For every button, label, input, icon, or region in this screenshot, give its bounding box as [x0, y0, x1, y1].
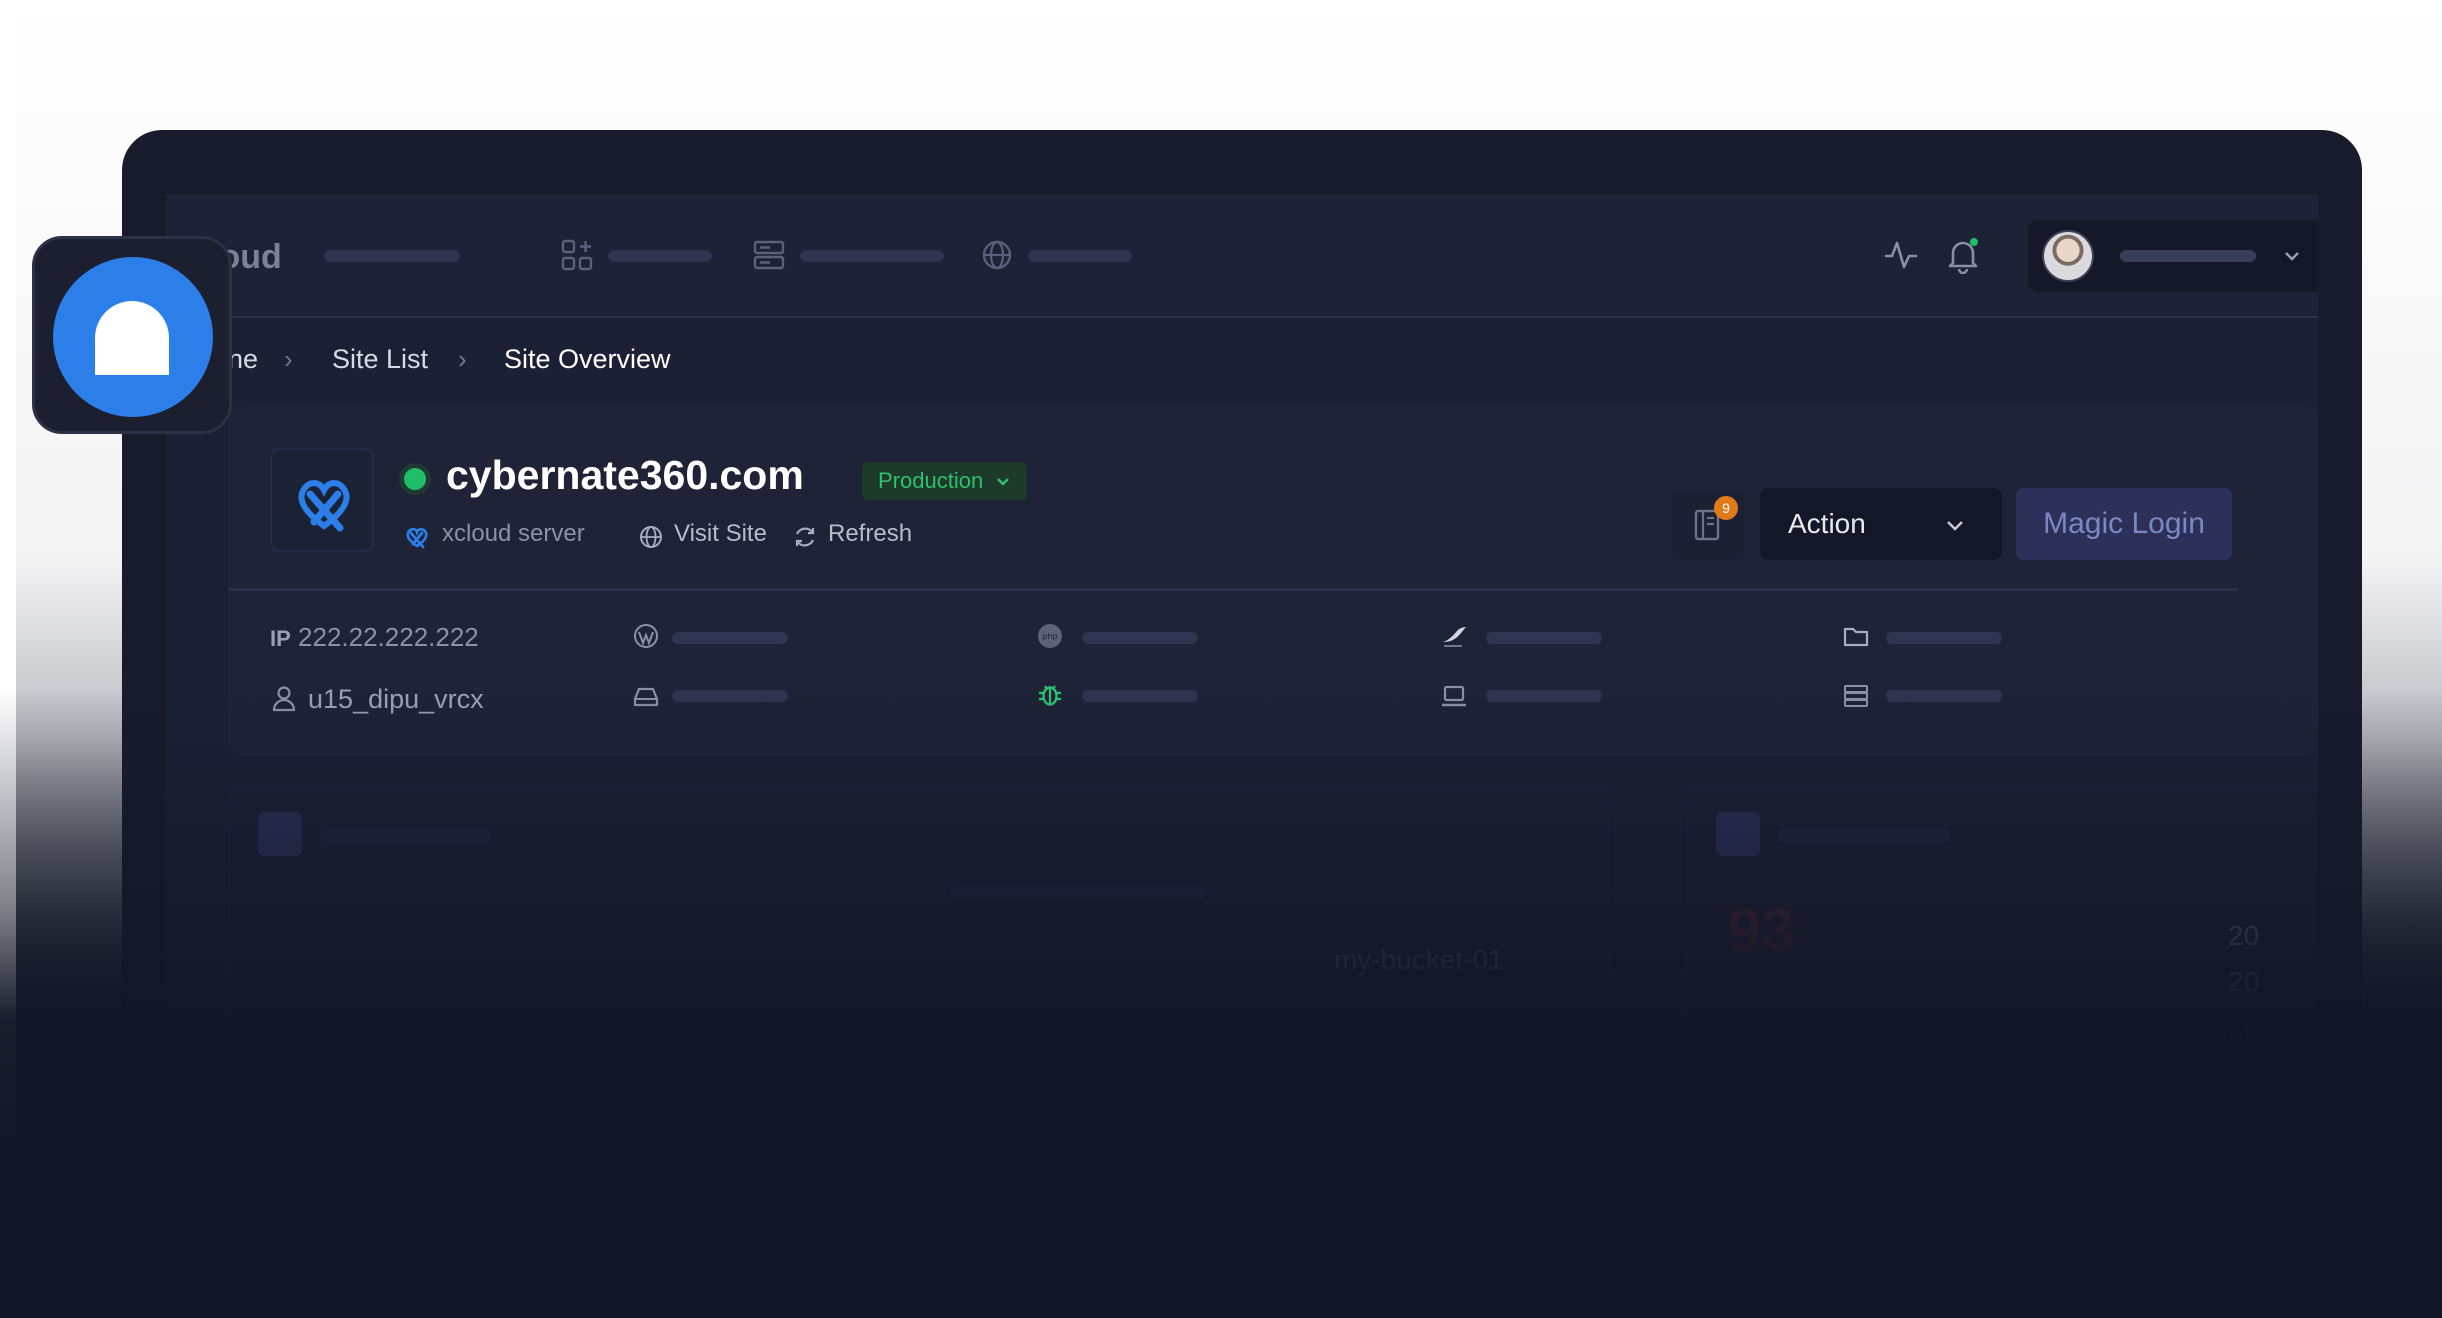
vulnerability-placeholder: [1082, 690, 1198, 702]
widget-placeholder: [950, 886, 1206, 898]
visit-site-link[interactable]: Visit Site: [674, 520, 767, 548]
magic-login-button[interactable]: Magic Login: [2016, 488, 2232, 560]
storage-placeholder: [1886, 690, 2002, 702]
app-screen: loud ne › Site List › Site Overview cybe…: [166, 194, 2318, 1318]
xcloud-small-icon: [406, 527, 428, 549]
php-icon: php: [1038, 624, 1062, 648]
globe-icon[interactable]: [980, 238, 1014, 272]
bug-icon: [1039, 685, 1061, 706]
breadcrumb-site-overview: Site Overview: [504, 344, 671, 374]
ip-info: IP 222.22.222.222: [270, 622, 479, 653]
chevron-down-icon: [2285, 252, 2299, 261]
ip-label: IP: [270, 626, 291, 651]
storage-icon: [1844, 685, 1868, 707]
wordpress-icon: [634, 624, 658, 648]
refresh-icon: [795, 527, 815, 547]
mariadb-icon: [1443, 627, 1466, 647]
security-widget: 93 20 20 20: [1686, 784, 2318, 1114]
dashboard-widgets: my-bucket-01 93 20 20 20: [166, 784, 2318, 1284]
environment-placeholder: [1486, 690, 1602, 702]
chevron-right-icon: ›: [284, 344, 293, 374]
top-navbar: loud: [166, 194, 2318, 318]
username-placeholder: [2120, 250, 2256, 262]
folder-icon: [1843, 627, 1869, 647]
site-logo: [270, 448, 374, 552]
avatar: [2042, 230, 2094, 282]
security-score: 93: [1728, 897, 1795, 964]
wordpress-version-placeholder: [672, 632, 788, 644]
chevron-down-icon: [1947, 521, 1963, 531]
bug-icon: [1716, 812, 1760, 856]
github-icon: [258, 812, 302, 856]
user-menu[interactable]: [2028, 220, 2318, 292]
app-icon: [32, 236, 232, 434]
breadcrumb-site-list[interactable]: Site List: [332, 344, 428, 375]
site-domain-title: cybernate360.com: [446, 452, 804, 498]
device-frame: loud ne › Site List › Site Overview cybe…: [122, 130, 2362, 1318]
widget-title-placeholder: [320, 830, 492, 842]
metric-value: 20: [2228, 920, 2260, 951]
nav-item-placeholder[interactable]: [800, 250, 944, 262]
chevron-down-icon: [997, 478, 1010, 486]
ssh-username[interactable]: u15_dipu_vrcx: [308, 684, 484, 715]
bell-icon[interactable]: [1944, 236, 1982, 274]
bucket-name: my-bucket-01: [1334, 944, 1504, 975]
breadcrumb-home[interactable]: ne: [228, 344, 258, 375]
backup-widget: my-bucket-01: [228, 784, 1610, 1114]
laptop-icon: [1442, 685, 1466, 707]
disk-usage-placeholder: [672, 690, 788, 702]
chevron-right-icon: ›: [458, 344, 467, 374]
widget-title-placeholder: [1778, 830, 1950, 842]
action-dropdown[interactable]: Action: [1760, 488, 2002, 560]
app-icon-circle: [53, 257, 213, 417]
metric-value: 20: [2228, 966, 2260, 997]
globe-icon: [640, 526, 662, 548]
directory-placeholder: [1886, 632, 2002, 644]
nav-item-placeholder[interactable]: [608, 250, 712, 262]
user-icon: [272, 686, 296, 712]
php-version-placeholder: [1082, 632, 1198, 644]
refresh-link[interactable]: Refresh: [828, 520, 912, 548]
xcloud-logo-icon: [298, 480, 350, 532]
card-divider: [228, 588, 2238, 591]
activity-icon[interactable]: [1882, 236, 1920, 274]
status-online-dot: [404, 468, 426, 490]
apps-add-icon[interactable]: [560, 238, 594, 272]
ip-value[interactable]: 222.22.222.222: [298, 622, 479, 652]
database-version-placeholder: [1486, 632, 1602, 644]
nav-item-placeholder[interactable]: [1028, 250, 1132, 262]
notification-count-badge: 9: [1714, 496, 1738, 520]
action-label: Action: [1788, 508, 1866, 539]
environment-dropdown[interactable]: Production: [862, 462, 1028, 500]
chat-bubble-icon: [95, 301, 169, 375]
metric-value: 20: [2228, 1012, 2260, 1043]
page-edge: [0, 0, 16, 1318]
svg-text:php: php: [1042, 632, 1057, 641]
server-icon[interactable]: [752, 238, 786, 272]
hard-drive-icon: [633, 687, 659, 707]
nav-placeholder: [324, 250, 460, 262]
environment-label: Production: [878, 468, 984, 493]
server-name[interactable]: xcloud server: [442, 520, 585, 548]
